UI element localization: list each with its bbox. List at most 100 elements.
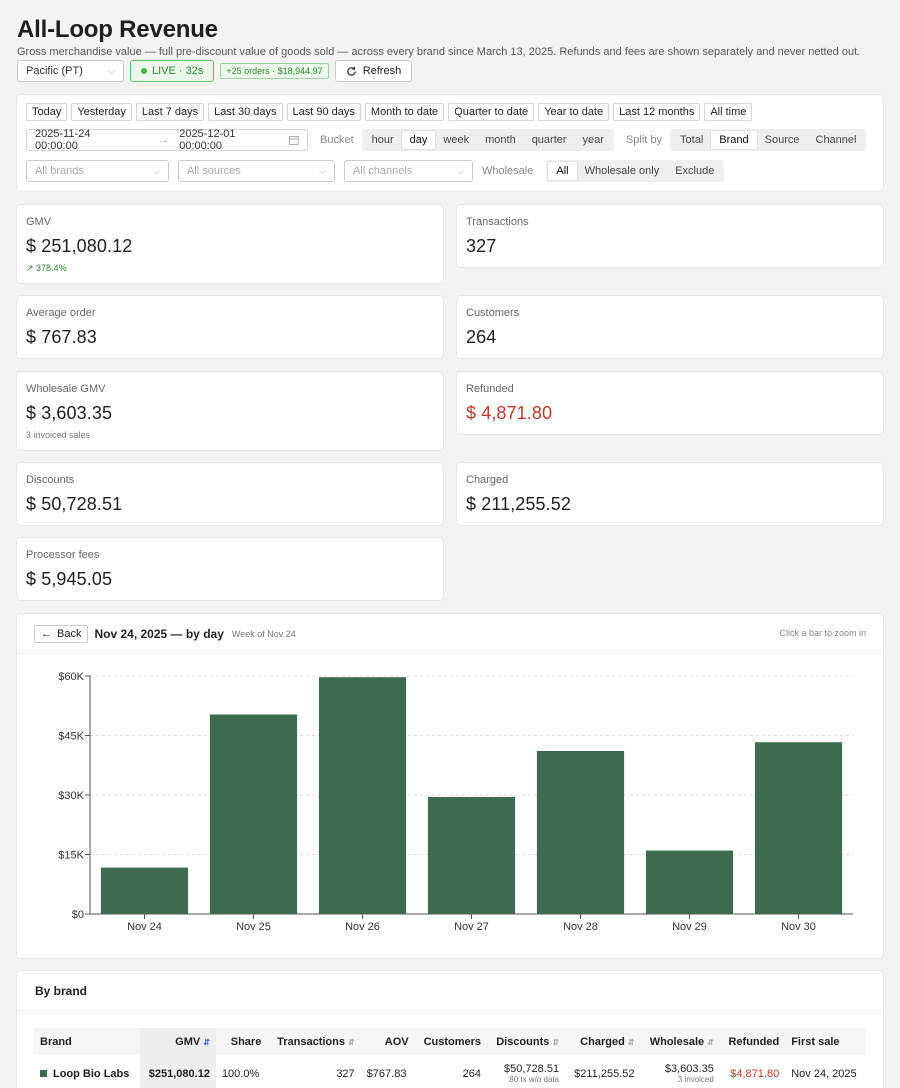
col-brand: Brand xyxy=(34,1028,140,1055)
split-source[interactable]: Source xyxy=(757,131,808,149)
table-row[interactable]: Loop Bio Labs $251,080.12 100.0% 327 $76… xyxy=(34,1055,866,1088)
wholesale-only[interactable]: Wholesale only xyxy=(577,162,668,180)
cell-wholesale: $3,603.35 3 invoiced xyxy=(640,1055,720,1088)
wholesale-all[interactable]: All xyxy=(548,162,577,180)
col-gmv[interactable]: GMV ⇵ xyxy=(139,1028,216,1055)
page-title: All-Loop Revenue xyxy=(17,16,218,43)
split-total[interactable]: Total xyxy=(672,131,711,149)
discounts-note: 80 tx w/o data xyxy=(509,1075,560,1085)
cell-discounts: $50,728.51 80 tx w/o data xyxy=(487,1055,566,1088)
aov-label: Average order xyxy=(26,307,96,319)
brand-panel: By brand Brand GMV ⇵ Share Transactions ⇵ … xyxy=(17,971,883,1088)
back-button[interactable]: ← Back xyxy=(34,624,89,643)
discounts-card: Discounts $ 50,728.51 xyxy=(17,463,443,525)
x-tick-label: Nov 26 xyxy=(345,921,380,933)
chart-bar[interactable] xyxy=(209,714,298,914)
chart-header: ← Back Nov 24, 2025 — by day Week of Nov… xyxy=(17,614,883,654)
aov-card: Average order $ 767.83 xyxy=(17,296,443,358)
dimension-filters: All brands ⌵ All sources ⌵ All channels ⌵ W… xyxy=(26,160,725,182)
split-label: Split by xyxy=(625,134,663,146)
bucket-month[interactable]: month xyxy=(477,131,524,149)
col-transactions-label: Transactions xyxy=(277,1035,345,1048)
transactions-card: Transactions 327 xyxy=(457,205,883,267)
range-yesterday[interactable]: Yesterday xyxy=(71,103,132,121)
sort-icon: ⇵ xyxy=(347,1037,355,1047)
y-tick-label: $45K xyxy=(58,731,84,743)
brands-select[interactable]: All brands ⌵ xyxy=(26,160,169,182)
chart-week: Week of Nov 24 xyxy=(231,628,296,639)
brand-name: Loop Bio Labs xyxy=(53,1067,130,1080)
range-last-90-days[interactable]: Last 90 days xyxy=(286,103,361,121)
bucket-hour[interactable]: hour xyxy=(364,131,402,149)
chart-bar[interactable] xyxy=(754,742,843,914)
range-month-to-date[interactable]: Month to date xyxy=(364,103,445,121)
range-year-to-date[interactable]: Year to date xyxy=(538,103,610,121)
channels-select[interactable]: All channels ⌵ xyxy=(344,160,473,182)
y-tick-label: $15K xyxy=(58,850,84,862)
col-share: Share xyxy=(215,1028,268,1055)
wholesale-label: Wholesale xyxy=(482,165,534,177)
col-discounts[interactable]: Discounts ⇵ xyxy=(487,1028,566,1055)
live-label: LIVE · 32s xyxy=(152,65,204,77)
range-quarter-to-date[interactable]: Quarter to date xyxy=(448,103,535,121)
chart-bar[interactable] xyxy=(100,867,189,914)
chart-bar[interactable] xyxy=(318,677,407,914)
charged-card: Charged $ 211,255.52 xyxy=(457,463,883,525)
split-brand[interactable]: Brand xyxy=(711,131,757,149)
timezone-select[interactable]: Pacific (PT) ⌵ xyxy=(17,60,124,82)
col-wholesale-label: Wholesale xyxy=(649,1035,705,1048)
refresh-icon xyxy=(346,66,356,76)
col-charged[interactable]: Charged ⇵ xyxy=(565,1028,641,1055)
refunded-label: Refunded xyxy=(466,383,514,395)
chart-bar[interactable] xyxy=(427,796,516,914)
calendar-icon xyxy=(289,136,300,145)
col-aov: AOV xyxy=(360,1028,415,1055)
sort-icon: ⇵ xyxy=(707,1037,714,1047)
bucket-year[interactable]: year xyxy=(575,131,612,149)
cell-share: 100.0% xyxy=(215,1055,268,1088)
x-tick-label: Nov 24 xyxy=(127,921,162,933)
range-all-time[interactable]: All time xyxy=(704,103,753,121)
bucket-toggle: hour day week month quarter year xyxy=(361,129,614,151)
page-subtitle: Gross merchandise value — full pre-disco… xyxy=(17,46,861,58)
bucket-day[interactable]: day xyxy=(401,131,436,149)
range-last-7-days[interactable]: Last 7 days xyxy=(135,103,205,121)
refunded-card: Refunded $ 4,871.80 xyxy=(457,372,883,434)
y-tick-label: $30K xyxy=(58,790,84,802)
sources-select[interactable]: All sources ⌵ xyxy=(178,160,335,182)
range-today[interactable]: Today xyxy=(26,103,68,121)
gmv-label: GMV xyxy=(26,216,52,228)
top-controls: Pacific (PT) ⌵ LIVE · 32s +25 orders · $… xyxy=(17,60,413,82)
wholesale-exclude[interactable]: Exclude xyxy=(667,162,722,180)
col-transactions[interactable]: Transactions ⇵ xyxy=(267,1028,361,1055)
y-tick-label: $60K xyxy=(58,671,84,683)
split-channel[interactable]: Channel xyxy=(808,131,865,149)
page-header: All-Loop Revenue Gross merchandise value… xyxy=(17,16,860,58)
cell-brand: Loop Bio Labs xyxy=(34,1055,140,1088)
date-range-picker[interactable]: 2025-11-24 00:00:00 → 2025-12-01 00:00:0… xyxy=(26,128,308,152)
new-orders-badge: +25 orders · $18,944.97 xyxy=(220,63,329,79)
bucket-week[interactable]: week xyxy=(435,131,477,149)
chevron-down-icon: ⌵ xyxy=(319,165,326,176)
x-tick-label: Nov 29 xyxy=(672,921,707,933)
wholesale-gmv-value: $ 3,603.35 xyxy=(26,403,113,423)
refresh-button[interactable]: Refresh xyxy=(334,60,413,82)
bucket-quarter[interactable]: quarter xyxy=(524,131,575,149)
cell-gmv: $251,080.12 xyxy=(139,1055,216,1088)
filters-panel: Today Yesterday Last 7 days Last 30 days… xyxy=(17,95,883,191)
wholesale-toggle: All Wholesale only Exclude xyxy=(546,160,725,182)
range-last-30-days[interactable]: Last 30 days xyxy=(208,103,283,121)
col-wholesale[interactable]: Wholesale ⇵ xyxy=(640,1028,720,1055)
chart-title: Nov 24, 2025 — by day xyxy=(94,626,224,641)
cell-aov: $767.83 xyxy=(360,1055,415,1088)
chart-bar[interactable] xyxy=(645,850,734,914)
fees-value: $ 5,945.05 xyxy=(26,569,113,589)
chart-bar[interactable] xyxy=(536,750,625,914)
transactions-label: Transactions xyxy=(466,216,529,228)
refresh-label: Refresh xyxy=(362,65,402,77)
fees-card: Processor fees $ 5,945.05 xyxy=(17,538,443,600)
range-last-12-months[interactable]: Last 12 months xyxy=(613,103,701,121)
gmv-card: GMV $ 251,080.12 ↗ 378.4% xyxy=(17,205,443,283)
live-indicator[interactable]: LIVE · 32s xyxy=(130,60,215,82)
discounts-value: $ 50,728.51 xyxy=(26,494,123,514)
